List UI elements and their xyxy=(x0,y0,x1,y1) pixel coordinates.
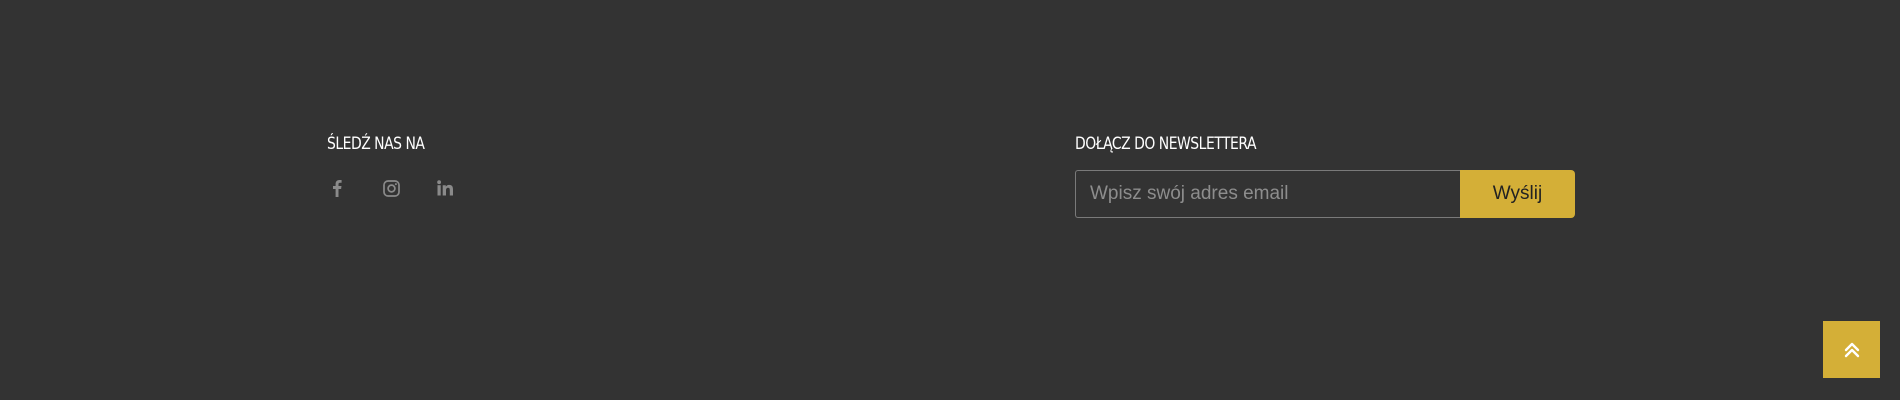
submit-button[interactable]: Wyślij xyxy=(1460,170,1575,218)
linkedin-link[interactable] xyxy=(435,178,455,198)
social-section: ŚLEDŹ NAS NA xyxy=(327,130,455,198)
facebook-icon xyxy=(333,180,342,197)
scroll-to-top-button[interactable] xyxy=(1823,321,1880,378)
facebook-link[interactable] xyxy=(327,178,347,198)
newsletter-heading: DOŁĄCZ DO NEWSLETTERA xyxy=(1075,134,1257,154)
newsletter-form: Wyślij xyxy=(1075,170,1575,218)
newsletter-section: DOŁĄCZ DO NEWSLETTERA Wyślij xyxy=(1075,130,1575,218)
linkedin-icon xyxy=(437,180,453,196)
instagram-link[interactable] xyxy=(381,178,401,198)
instagram-icon xyxy=(382,179,400,197)
social-links xyxy=(327,178,455,198)
social-heading: ŚLEDŹ NAS NA xyxy=(327,134,425,154)
email-input[interactable] xyxy=(1075,170,1460,218)
double-chevron-up-icon xyxy=(1844,342,1859,357)
